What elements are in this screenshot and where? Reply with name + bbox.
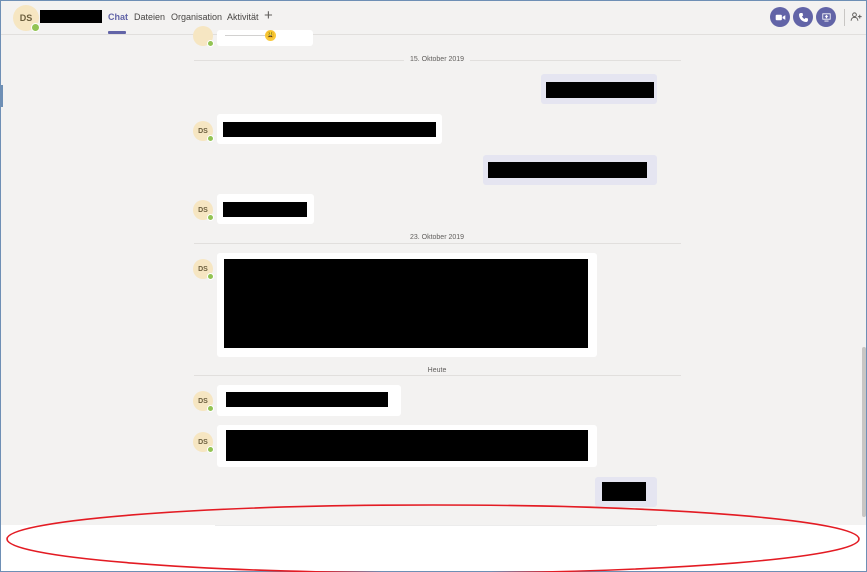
message-outgoing[interactable] xyxy=(595,477,657,507)
weary-face-emoji-icon: 😩 xyxy=(265,30,276,41)
compose-area[interactable] xyxy=(1,525,866,571)
active-tab-indicator xyxy=(108,31,126,34)
contact-name-redacted[interactable] xyxy=(40,10,102,23)
date-divider xyxy=(194,375,681,376)
message-compose-box[interactable] xyxy=(215,525,657,565)
sender-avatar[interactable]: DS xyxy=(193,121,214,142)
tab-organisation[interactable]: Organisation xyxy=(171,12,222,22)
left-edge-marker xyxy=(1,85,3,107)
add-people-icon xyxy=(850,12,862,21)
redacted-content xyxy=(224,259,588,348)
sender-avatar[interactable] xyxy=(193,26,214,47)
message-incoming[interactable] xyxy=(217,425,597,467)
avatar-initials: DS xyxy=(198,127,208,135)
message-incoming[interactable] xyxy=(217,194,314,224)
presence-available-icon xyxy=(207,405,214,412)
contact-avatar[interactable]: DS xyxy=(13,5,40,32)
redacted-content xyxy=(488,162,647,178)
date-label: Heute xyxy=(421,367,453,374)
avatar-initials: DS xyxy=(19,13,33,23)
redacted-content xyxy=(226,430,588,461)
sender-avatar[interactable]: DS xyxy=(193,200,214,221)
message-outgoing[interactable] xyxy=(541,74,657,104)
video-call-button[interactable] xyxy=(770,7,790,27)
audio-call-icon xyxy=(798,12,808,22)
sender-avatar[interactable]: DS xyxy=(193,391,214,412)
message-incoming[interactable]: --------------------- 😩 xyxy=(217,30,313,46)
message-list[interactable]: --------------------- 😩 15. Oktober 2019… xyxy=(1,26,866,526)
tab-chat[interactable]: Chat xyxy=(108,12,128,22)
avatar-initials: DS xyxy=(198,397,208,405)
message-text: --------------------- xyxy=(225,33,267,39)
redacted-content xyxy=(602,482,646,501)
audio-call-button[interactable] xyxy=(793,7,813,27)
share-screen-icon xyxy=(821,12,831,21)
video-call-icon xyxy=(775,14,785,20)
date-label: 15. Oktober 2019 xyxy=(403,56,471,63)
redacted-content xyxy=(223,202,307,217)
avatar-initials: DS xyxy=(198,206,208,214)
redacted-content xyxy=(546,82,654,98)
sender-avatar[interactable]: DS xyxy=(193,432,214,453)
scrollbar-thumb[interactable] xyxy=(862,347,866,517)
presence-available-icon xyxy=(207,135,214,142)
presence-available-icon xyxy=(207,40,214,47)
date-divider xyxy=(194,243,681,244)
avatar-initials: DS xyxy=(198,265,208,273)
message-incoming[interactable] xyxy=(217,253,597,357)
presence-available-icon xyxy=(207,214,214,221)
presence-available-icon xyxy=(207,273,214,280)
redacted-content xyxy=(223,122,436,137)
tab-aktivitaet[interactable]: Aktivität xyxy=(227,12,259,22)
message-incoming[interactable] xyxy=(217,385,401,416)
message-outgoing[interactable] xyxy=(483,155,657,185)
presence-available-icon xyxy=(31,23,40,32)
avatar-initials: DS xyxy=(198,438,208,446)
message-incoming[interactable] xyxy=(217,114,442,144)
chat-header: DS Chat Dateien Organisation Aktivität + xyxy=(1,1,866,35)
tab-dateien[interactable]: Dateien xyxy=(134,12,165,22)
share-screen-button[interactable] xyxy=(816,7,836,27)
date-label: 23. Oktober 2019 xyxy=(403,234,471,241)
add-people-button[interactable] xyxy=(850,10,862,24)
add-tab-button[interactable]: + xyxy=(264,7,273,24)
sender-avatar[interactable]: DS xyxy=(193,259,214,280)
presence-available-icon xyxy=(207,446,214,453)
redacted-content xyxy=(226,392,388,407)
header-separator xyxy=(844,9,845,26)
